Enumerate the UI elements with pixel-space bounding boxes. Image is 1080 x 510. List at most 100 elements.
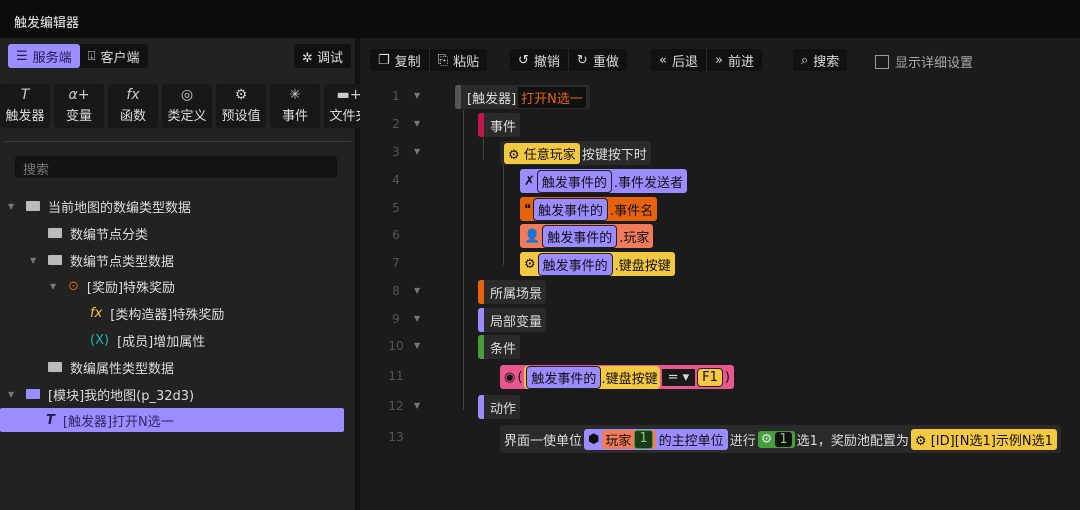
tree-item[interactable]: ▼ 当前地图的数编类型数据 [8,194,191,218]
line-number: 12 [388,399,404,413]
param-pill[interactable]: 触发事件的 [542,224,618,248]
line-number: 2 [392,117,400,131]
undo-button[interactable]: ↺ 撤销 [510,49,569,71]
tree-label: [触发器]打开N选一 [62,414,174,430]
event-section[interactable]: 事件 [478,113,521,137]
section-label: 事件 [490,119,517,135]
tool-label: 变量 [65,109,92,124]
section-label: 局部变量 [490,314,543,330]
collapse-icon[interactable]: ▼ [414,401,420,410]
collapse-icon[interactable]: ▼ [414,286,420,295]
action-text: 进行 [729,433,756,449]
key-value[interactable]: F1 [697,367,723,387]
preset-icon: ⚙ [508,147,524,163]
n-expression[interactable]: ⚙ 1 [757,430,795,448]
line-number: 4 [392,173,400,187]
line-number: 1 [392,89,400,103]
player-number[interactable]: 1 [634,429,653,449]
create-toolbar: T 触发器 α+ 变量 fx 函数 ◎ 类定义 ⚙ 预设值 ✳ 事件 ▬+ 文件夹 [0,84,374,128]
paren: ) [724,369,730,385]
search-button[interactable]: ⌕ 搜索 [793,49,848,71]
param-pill[interactable]: 触发事件的 [537,252,613,276]
search-icon: ⌕ [801,52,809,68]
trigger-block[interactable]: [触发器] 打开N选一 [455,85,590,109]
folder-icon [48,228,62,238]
param-pill[interactable]: 触发事件的 [536,169,612,193]
local-vars-section[interactable]: 局部变量 [478,308,547,332]
search-label: 搜索 [813,54,840,70]
code-line-12: 12 ▼ 动作 [360,394,1080,420]
param-key[interactable]: ⚙ 触发事件的 .键盘按键 [520,252,675,276]
redo-button[interactable]: ↻ 重做 [569,49,627,71]
condition-block[interactable]: ◉(触发事件的 .键盘按键 = ▾ F1) [500,365,734,389]
param-label: .事件名 [610,203,654,219]
tree-item[interactable]: fx [类构造器]特殊奖励 [90,301,224,325]
debug-button[interactable]: ✲ 调试 [293,44,351,68]
line-number: 6 [392,228,400,242]
condition-section[interactable]: 条件 [478,335,521,359]
collapse-icon[interactable]: ▼ [414,314,420,323]
back-button[interactable]: «后退 [651,49,707,71]
collapse-icon[interactable]: ▼ [414,119,420,128]
event-label: 按键按下时 [581,147,647,163]
caret-down-icon: ▼ [50,281,57,291]
tab-server[interactable]: ☰ 服务端 [8,44,80,68]
code-line-5: 5 ❝ 触发事件的 .事件名 [360,196,1080,222]
forward-button[interactable]: » 前进 [707,49,762,71]
param-event-name[interactable]: ❝ 触发事件的 .事件名 [520,197,658,221]
param-label: .玩家 [619,230,650,246]
key-expression[interactable]: 触发事件的 .键盘按键 [524,365,660,389]
operator-dropdown[interactable]: = ▾ [661,368,696,386]
tree-item[interactable]: 数编节点分类 [48,221,148,245]
reward-pool-value: [ID][N选1]示例N选1 [930,433,1053,449]
action-text: 选1，奖励池配置为 [796,433,909,449]
collapse-icon[interactable]: ▼ [414,341,420,350]
action-section[interactable]: 动作 [478,395,521,419]
new-trigger-button[interactable]: T 触发器 [0,84,50,128]
new-event-button[interactable]: ✳ 事件 [270,84,320,128]
quote-icon: ❝ [524,201,531,217]
n-value[interactable]: 1 [775,431,792,447]
show-details-checkbox[interactable]: 显示详细设置 [875,52,973,71]
param-pill[interactable]: 触发事件的 [526,365,602,389]
paste-button[interactable]: ⎘ 粘贴 [430,49,487,71]
new-class-button[interactable]: ◎ 类定义 [162,84,212,128]
collapse-icon[interactable]: ▼ [414,91,420,100]
reward-pool-pill[interactable]: ⚙ [ID][N选1]示例N选1 [910,428,1057,450]
action-block[interactable]: 界面一使单位 ⬢ 玩家 1 的主控单位 进行 ⚙ 1 选1，奖励池配置为 ⚙ [ID][… [500,425,1061,453]
copy-button[interactable]: ❐ 复制 [370,49,430,71]
search-input[interactable]: 搜索 [15,156,337,178]
folder-icon [48,255,62,265]
event-block[interactable]: ⚙ 任意玩家 按键按下时 [500,141,651,165]
tree-item[interactable]: (X) [成员]增加属性 [90,328,205,352]
tree-item[interactable]: ▼ [模块]我的地图(p_32d3) [8,382,194,406]
tree-item[interactable]: ▼ 数编节点类型数据 [30,248,174,272]
param-label: .键盘按键 [601,371,658,387]
checkbox-icon [875,54,889,69]
collapse-icon[interactable]: ▼ [414,147,420,156]
tree-item-selected[interactable]: T [触发器]打开N选一 [0,408,344,432]
any-player-pill[interactable]: ⚙ 任意玩家 [504,142,580,164]
player-expression[interactable]: 玩家 1 [602,429,656,449]
divider [4,141,351,142]
debug-label: 调试 [316,51,343,66]
line-number: 10 [388,339,404,353]
tree-label: 当前地图的数编类型数据 [48,200,192,216]
tree-item[interactable]: 数编属性类型数据 [48,355,174,379]
back-label: 后退 [671,54,698,70]
unit-expression[interactable]: ⬢ 玩家 1 的主控单位 [584,428,728,450]
tree-item[interactable]: ▼ ⊙ [奖励]特殊奖励 [50,274,175,298]
new-variable-button[interactable]: α+ 变量 [54,84,104,128]
person-icon: 👤 [524,228,541,244]
left-panel: ☰ 服务端 ⍗ 客户端 ✲ 调试 T 触发器 α+ 变量 fx 函数 ◎ 类定义 ⚙ 预设值 … [0,38,374,510]
param-label: .事件发送者 [613,175,684,191]
param-sender[interactable]: ✗ 触发事件的 .事件发送者 [520,169,688,193]
param-player[interactable]: 👤 触发事件的 .玩家 [520,224,654,248]
new-preset-button[interactable]: ⚙ 预设值 [216,84,266,128]
tab-client[interactable]: ⍗ 客户端 [80,44,148,68]
new-function-button[interactable]: fx 函数 [108,84,158,128]
scene-section[interactable]: 所属场景 [478,280,547,304]
trigger-name[interactable]: 打开N选一 [518,86,586,108]
param-pill[interactable]: 触发事件的 [533,197,609,221]
tool-label: 函数 [119,109,146,124]
